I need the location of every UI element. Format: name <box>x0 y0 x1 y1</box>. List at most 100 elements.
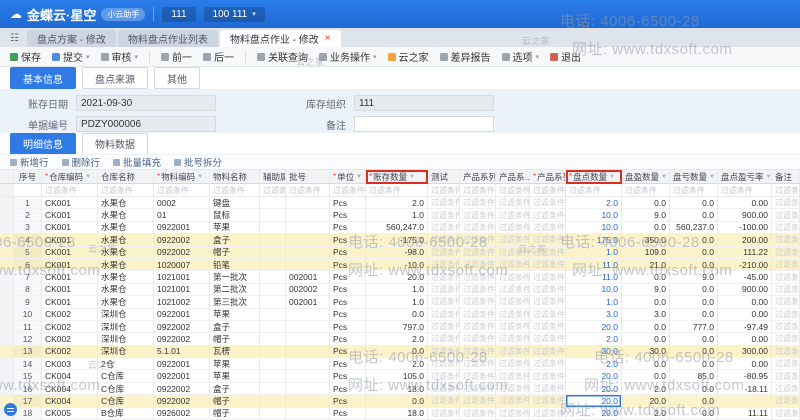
cell-loss_qty[interactable]: 777.0 <box>670 321 718 333</box>
cell-series3[interactable]: 过滤条件 <box>530 333 566 345</box>
col-header-unit[interactable]: *单位▼ <box>330 170 366 184</box>
tab-counting-job-list[interactable]: 物料盘点作业列表 <box>118 30 218 47</box>
cell-count_qty[interactable]: 20.0 <box>566 383 622 395</box>
floating-assistant-icon[interactable] <box>4 403 17 416</box>
cell-mat_name[interactable]: 帽子 <box>210 247 260 259</box>
cell-batch[interactable] <box>286 346 330 358</box>
cell-book_qty[interactable]: 2.0 <box>366 358 428 370</box>
filter-unit[interactable]: 过滤条件 <box>330 184 366 197</box>
cell-mat_name[interactable]: 盒子 <box>210 321 260 333</box>
remark-input[interactable] <box>354 116 494 132</box>
cell-note[interactable]: 过滤条件 <box>772 247 800 259</box>
cell-wh_code[interactable]: CK001 <box>42 222 98 234</box>
cell-rate[interactable]: -210.00 <box>718 259 772 271</box>
cell-aux[interactable] <box>260 222 286 234</box>
cell-unit[interactable]: Pcs <box>330 259 366 271</box>
cell-book_qty[interactable]: -98.0 <box>366 247 428 259</box>
row-selector[interactable] <box>0 284 14 296</box>
cell-wh_name[interactable]: C仓库 <box>98 395 154 407</box>
cell-batch[interactable] <box>286 209 330 221</box>
cell-unit[interactable]: Pcs <box>330 358 366 370</box>
row-selector[interactable] <box>0 309 14 321</box>
filter-series1[interactable]: 过滤条件 <box>460 184 496 197</box>
cell-count_qty[interactable]: 20.0 <box>566 395 622 407</box>
cell-mat_name[interactable]: 键盘 <box>210 197 260 209</box>
table-row[interactable]: 16CK004C仓库0922002盒子Pcs18.0过滤条件过滤条件过滤条件过滤… <box>0 383 800 395</box>
filter-note[interactable]: 过滤条件 <box>772 184 800 197</box>
cell-series1[interactable]: 过滤条件 <box>460 234 496 246</box>
linked-query-button[interactable]: 关联查询 <box>257 49 308 64</box>
col-header-wh_name[interactable]: 仓库名称 <box>98 170 154 184</box>
table-row[interactable]: 15CK004C仓库0922001苹果Pcs105.0过滤条件过滤条件过滤条件过… <box>0 370 800 382</box>
cell-test[interactable]: 过滤条件 <box>428 209 460 221</box>
cell-mat_code[interactable]: 1021002 <box>154 296 210 308</box>
cell-aux[interactable] <box>260 234 286 246</box>
cell-loss_qty[interactable]: 0.0 <box>670 358 718 370</box>
cell-wh_code[interactable]: CK002 <box>42 333 98 345</box>
cell-book_qty[interactable]: 2.0 <box>366 333 428 345</box>
cell-rate[interactable]: 900.00 <box>718 209 772 221</box>
cell-note[interactable]: 过滤条件 <box>772 284 800 296</box>
cell-aux[interactable] <box>260 346 286 358</box>
cell-count_qty[interactable]: 20.0 <box>566 321 622 333</box>
cell-rate[interactable]: 0.00 <box>718 333 772 345</box>
cell-test[interactable]: 过滤条件 <box>428 333 460 345</box>
cell-wh_code[interactable]: CK004 <box>42 395 98 407</box>
table-row[interactable]: 13CK002深圳仓5.1.01瓦楞Pcs0.0过滤条件过滤条件过滤条件过滤条件… <box>0 346 800 358</box>
cell-aux[interactable] <box>260 247 286 259</box>
cell-book_qty[interactable]: 18.0 <box>366 383 428 395</box>
col-header-note[interactable]: 备注 <box>772 170 800 184</box>
cell-rate[interactable]: 900.00 <box>718 284 772 296</box>
filter-seq[interactable] <box>14 184 42 197</box>
cell-unit[interactable]: Pcs <box>330 247 366 259</box>
cell-test[interactable]: 过滤条件 <box>428 321 460 333</box>
cell-note[interactable]: 过滤条件 <box>772 333 800 345</box>
yunzhijia-button[interactable]: 云之家 <box>388 49 429 64</box>
cell-series2[interactable]: 过滤条件 <box>496 358 530 370</box>
cell-wh_name[interactable]: 深圳仓 <box>98 309 154 321</box>
cell-aux[interactable] <box>260 197 286 209</box>
cell-gain_qty[interactable]: 20.0 <box>622 395 670 407</box>
cell-unit[interactable]: Pcs <box>330 234 366 246</box>
cell-test[interactable]: 过滤条件 <box>428 271 460 283</box>
close-icon[interactable]: × <box>325 34 331 44</box>
cell-note[interactable]: 过滤条件 <box>772 259 800 271</box>
table-row[interactable]: 3CK001水果仓0922001苹果Pcs560,247.0过滤条件过滤条件过滤… <box>0 222 800 234</box>
cell-series2[interactable]: 过滤条件 <box>496 222 530 234</box>
cell-book_qty[interactable]: 0.0 <box>366 309 428 321</box>
cell-book_qty[interactable]: 797.0 <box>366 321 428 333</box>
cell-loss_qty[interactable]: 0.0 <box>670 346 718 358</box>
cell-mat_name[interactable]: 帽子 <box>210 333 260 345</box>
cell-batch[interactable] <box>286 358 330 370</box>
filter-series3[interactable]: 过滤条件 <box>530 184 566 197</box>
cell-note[interactable]: 过滤条件 <box>772 271 800 283</box>
cell-mat_code[interactable]: 01 <box>154 209 210 221</box>
table-row[interactable]: 2CK001水果仓01鼠标Pcs1.0过滤条件过滤条件过滤条件过滤条件10.09… <box>0 209 800 221</box>
cell-series1[interactable]: 过滤条件 <box>460 309 496 321</box>
cell-mat_name[interactable]: 苹果 <box>210 358 260 370</box>
cell-aux[interactable] <box>260 259 286 271</box>
cell-wh_code[interactable]: CK001 <box>42 197 98 209</box>
cell-wh_code[interactable]: CK001 <box>42 259 98 271</box>
stock-org-input[interactable]: 111 <box>354 95 494 111</box>
cell-batch[interactable] <box>286 383 330 395</box>
cell-test[interactable]: 过滤条件 <box>428 247 460 259</box>
table-row[interactable]: 12CK002深圳仓0922002帽子Pcs2.0过滤条件过滤条件过滤条件过滤条… <box>0 333 800 345</box>
table-row[interactable]: 8CK001水果仓1021001第二批次002002Pcs1.0过滤条件过滤条件… <box>0 284 800 296</box>
filter-mat_code[interactable]: 过滤条件 <box>154 184 210 197</box>
table-row[interactable]: 11CK002深圳仓0922002盒子Pcs797.0过滤条件过滤条件过滤条件过… <box>0 321 800 333</box>
cell-aux[interactable] <box>260 358 286 370</box>
cell-unit[interactable]: Pcs <box>330 333 366 345</box>
cell-test[interactable]: 过滤条件 <box>428 346 460 358</box>
cell-wh_code[interactable]: CK003 <box>42 358 98 370</box>
cell-wh_name[interactable]: 水果仓 <box>98 247 154 259</box>
cell-series3[interactable]: 过滤条件 <box>530 234 566 246</box>
cell-rate[interactable]: 0.00 <box>718 296 772 308</box>
table-row[interactable]: 1CK001水果仓0002键盘Pcs2.0过滤条件过滤条件过滤条件过滤条件2.0… <box>0 197 800 209</box>
cell-mat_code[interactable]: 0922001 <box>154 370 210 382</box>
cell-wh_code[interactable]: CK001 <box>42 284 98 296</box>
cell-batch[interactable] <box>286 247 330 259</box>
cell-wh_code[interactable]: CK002 <box>42 321 98 333</box>
cell-aux[interactable] <box>260 284 286 296</box>
cell-gain_qty[interactable]: 3.0 <box>622 309 670 321</box>
